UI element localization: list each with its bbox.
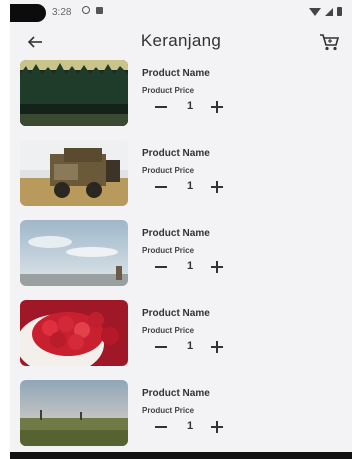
settings-icon (82, 6, 90, 14)
quantity-value: 1 (186, 180, 194, 192)
page-title: Keranjang (140, 31, 222, 50)
shopping-cart-icon (320, 34, 340, 51)
product-image (20, 380, 128, 446)
product-name: Product Name (142, 308, 210, 319)
product-price: Product Price (142, 246, 195, 255)
product-name: Product Name (142, 228, 210, 239)
increase-button[interactable] (208, 258, 226, 276)
quantity-value: 1 (186, 340, 194, 352)
increase-button[interactable] (208, 178, 226, 196)
product-image (20, 300, 128, 366)
cart-item: Product Name Product Price 1 (20, 218, 342, 298)
product-name: Product Name (142, 148, 210, 159)
quantity-value: 1 (186, 260, 194, 272)
camera-cutout (10, 4, 46, 22)
decrease-button[interactable] (152, 98, 170, 116)
decrease-button[interactable] (152, 338, 170, 356)
quantity-stepper: 1 (142, 418, 232, 436)
product-name: Product Name (142, 388, 210, 399)
increase-button[interactable] (208, 418, 226, 436)
minus-icon (155, 426, 167, 428)
product-info: Product Name Product Price (142, 228, 210, 255)
product-price: Product Price (142, 86, 195, 95)
cart-item: Product Name Product Price 1 (20, 58, 342, 138)
notification-icons (82, 6, 103, 14)
decrease-button[interactable] (152, 418, 170, 436)
product-info: Product Name Product Price (142, 148, 210, 175)
cart-item: Product Name Product Price 1 (20, 378, 342, 458)
decrease-button[interactable] (152, 178, 170, 196)
product-price: Product Price (142, 166, 195, 175)
signal-icon (325, 7, 333, 16)
app-screen: 3:28 Keranjang Product Name Product Pric… (10, 0, 352, 459)
system-icons (309, 7, 342, 16)
quantity-stepper: 1 (142, 178, 232, 196)
decrease-button[interactable] (152, 258, 170, 276)
cart-item: Product Name Product Price 1 (20, 138, 342, 218)
product-name: Product Name (142, 68, 210, 79)
cart-item: Product Name Product Price 1 (20, 298, 342, 378)
product-price: Product Price (142, 406, 195, 415)
product-info: Product Name Product Price (142, 308, 210, 335)
battery-icon (337, 7, 342, 16)
product-image (20, 60, 128, 126)
cart-button[interactable] (318, 32, 340, 52)
navigation-bar (10, 452, 352, 459)
status-bar: 3:28 (10, 0, 352, 26)
wifi-icon (309, 7, 321, 16)
increase-button[interactable] (208, 98, 226, 116)
increase-button[interactable] (208, 338, 226, 356)
app-bar: Keranjang (10, 26, 352, 58)
quantity-stepper: 1 (142, 98, 232, 116)
product-price: Product Price (142, 326, 195, 335)
quantity-value: 1 (186, 420, 194, 432)
cart-list: Product Name Product Price 1 Product Nam… (20, 58, 342, 458)
product-info: Product Name Product Price (142, 68, 210, 95)
quantity-stepper: 1 (142, 338, 232, 356)
notification-icon (96, 6, 103, 14)
status-time: 3:28 (52, 7, 72, 18)
product-image (20, 140, 128, 206)
quantity-value: 1 (186, 100, 194, 112)
minus-icon (155, 186, 167, 188)
minus-icon (155, 266, 167, 268)
product-info: Product Name Product Price (142, 388, 210, 415)
product-image (20, 220, 128, 286)
minus-icon (155, 106, 167, 108)
quantity-stepper: 1 (142, 258, 232, 276)
minus-icon (155, 346, 167, 348)
